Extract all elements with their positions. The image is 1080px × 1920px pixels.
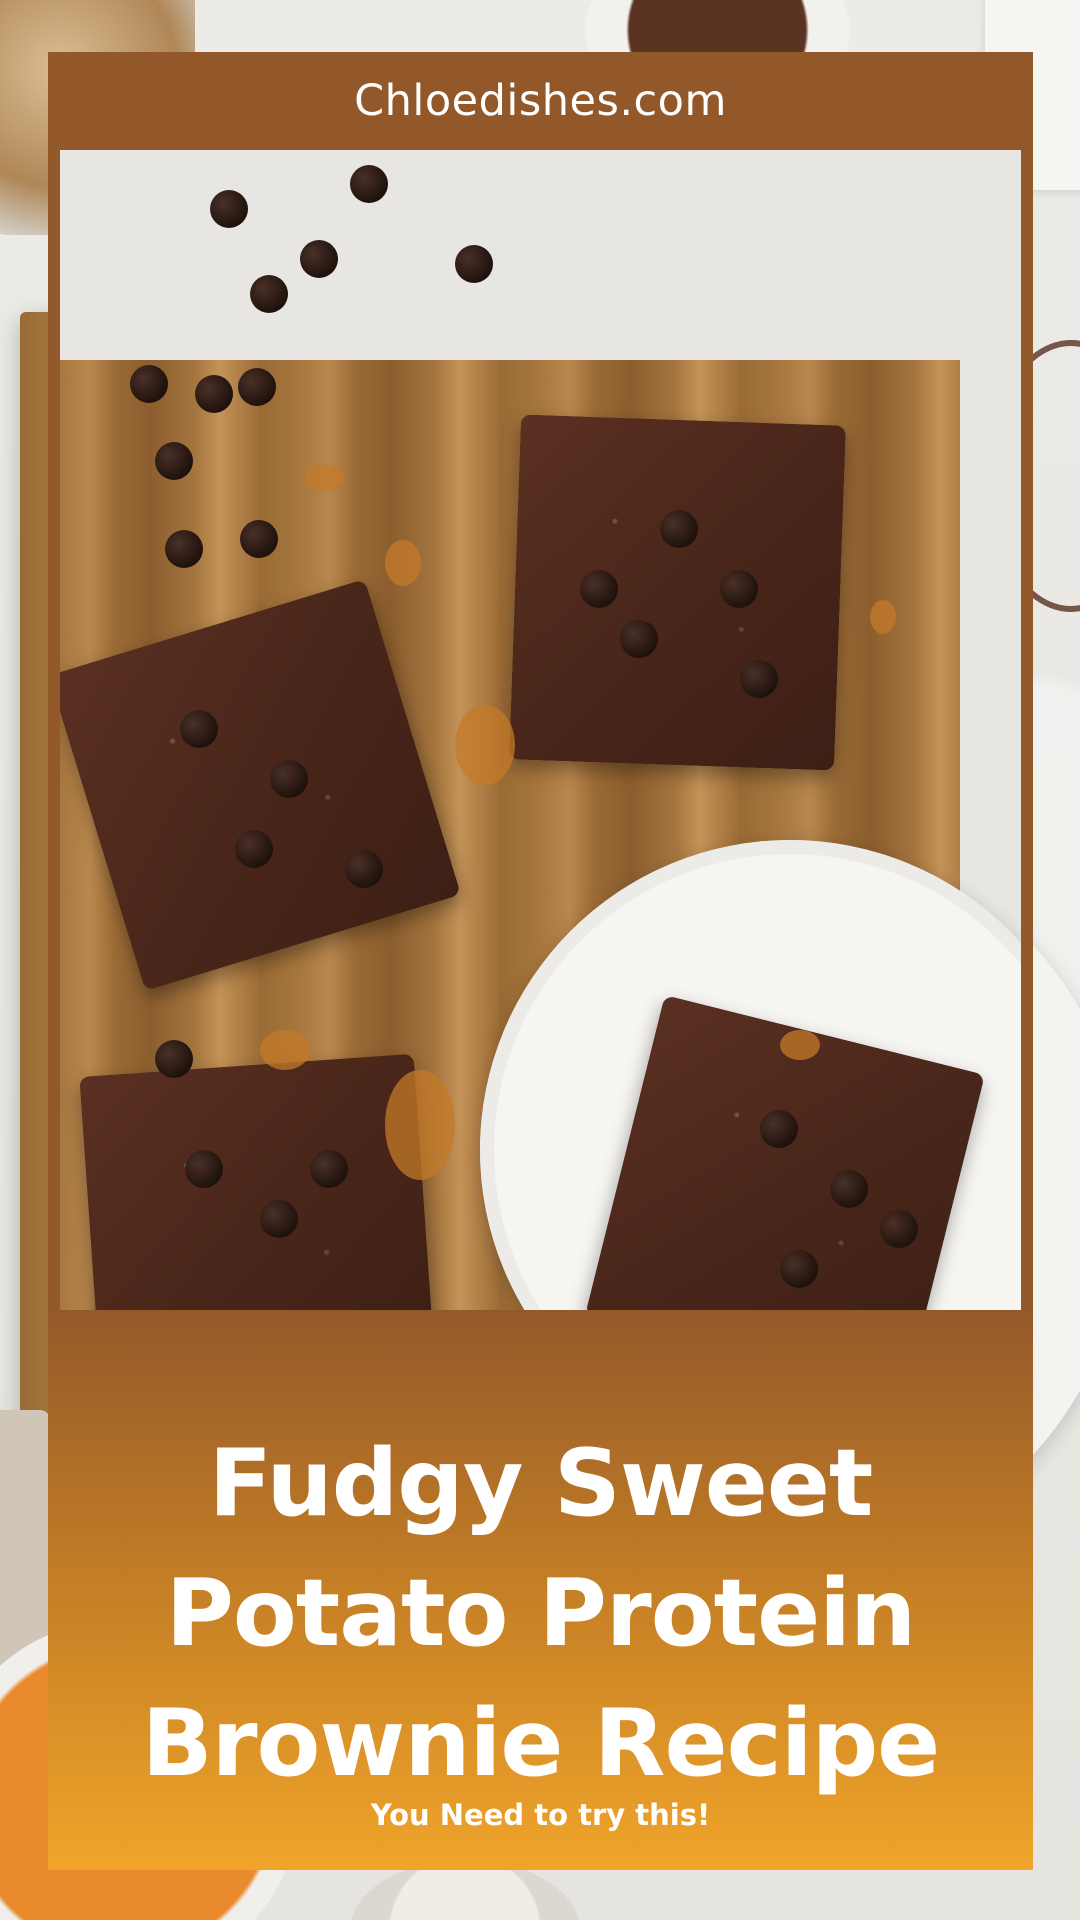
chocolate-chip [660,510,698,548]
chocolate-chip [760,1110,798,1148]
chocolate-chip [580,570,618,608]
title-panel: Fudgy Sweet Potato Protein Brownie Recip… [48,1310,1033,1870]
recipe-card[interactable]: Chloedishes.com Fudgy Sweet Potato Prote… [48,52,1033,1870]
caramel-drop [260,1030,310,1070]
chocolate-chip [455,245,493,283]
chocolate-chip [195,375,233,413]
chocolate-chip [620,620,658,658]
chocolate-chip [210,190,248,228]
title-line: Fudgy Sweet [208,1429,874,1537]
chocolate-chip [240,520,278,558]
caramel-drop [385,540,421,586]
title-line: Potato Protein [165,1559,917,1667]
chocolate-chip [720,570,758,608]
chocolate-chip [260,1200,298,1238]
chocolate-chip [880,1210,918,1248]
caramel-drop [305,465,345,491]
pin-graphic: Chloedishes.com Fudgy Sweet Potato Prote… [0,0,1080,1920]
chocolate-chip [350,165,388,203]
chocolate-chip [235,830,273,868]
title-line: Brownie Recipe [141,1689,940,1797]
caramel-drop [780,1030,820,1060]
brownie-square [79,1053,436,1310]
caramel-drop [455,705,515,785]
site-header: Chloedishes.com [48,52,1033,150]
tagline: You Need to try this! [370,1798,711,1832]
recipe-title: Fudgy Sweet Potato Protein Brownie Recip… [78,1418,1003,1808]
chocolate-chip [270,760,308,798]
chocolate-chip [250,275,288,313]
chocolate-chip [740,660,778,698]
chocolate-chip [238,368,276,406]
chocolate-chip [345,850,383,888]
chocolate-chip [830,1170,868,1208]
chocolate-chip [185,1150,223,1188]
chocolate-chip [130,365,168,403]
brownie-square [509,414,846,771]
brownie-photo [60,150,1021,1310]
caramel-drop [385,1070,455,1180]
site-name[interactable]: Chloedishes.com [354,76,727,126]
chocolate-chip [165,530,203,568]
chocolate-chip [180,710,218,748]
chocolate-chip [300,240,338,278]
chocolate-chip [310,1150,348,1188]
chocolate-chip [155,442,193,480]
chocolate-chip [780,1250,818,1288]
towel-image [0,1410,50,1670]
caramel-drop [870,600,896,634]
chocolate-chip [155,1040,193,1078]
